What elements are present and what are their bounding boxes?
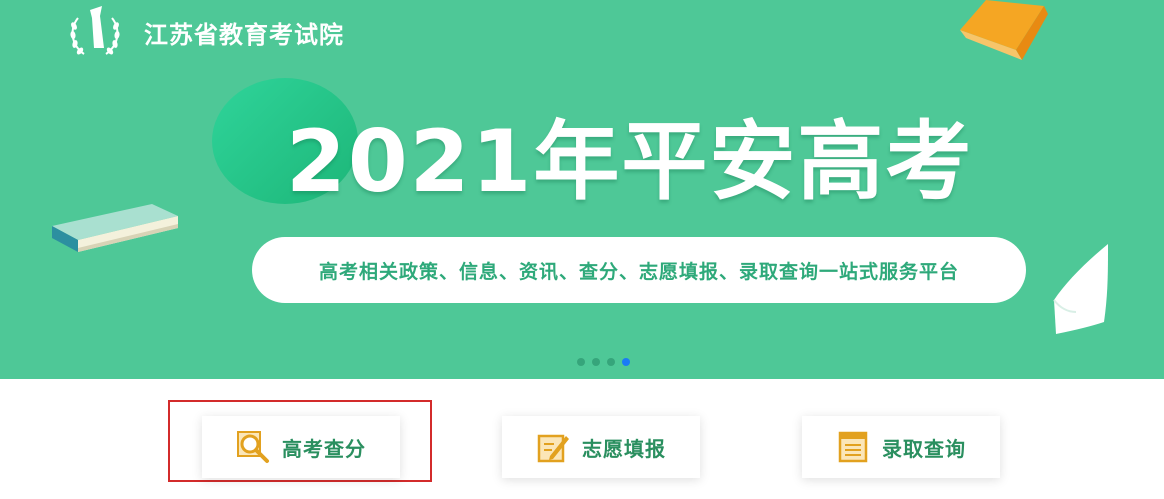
cube-illustration	[960, 0, 1048, 60]
carousel-dot-2[interactable]	[592, 358, 600, 366]
score-query-label: 高考查分	[282, 436, 366, 461]
admission-query-button[interactable]: 录取查询	[802, 416, 1000, 478]
carousel-dot-4-active[interactable]	[622, 358, 630, 366]
score-query-button[interactable]: 高考查分	[202, 416, 400, 478]
banner-tagline: 高考相关政策、信息、资讯、查分、志愿填报、录取查询一站式服务平台	[318, 260, 959, 283]
banner-tagline-pill: 高考相关政策、信息、资讯、查分、志愿填报、录取查询一站式服务平台	[252, 237, 1026, 303]
volunteer-application-button[interactable]: 志愿填报	[502, 416, 700, 478]
paper-illustration	[1053, 244, 1108, 334]
hero-banner[interactable]: 江苏省教育考试院 2021年平安高考 高考相关政策、信息、资讯、查分、志愿填报、…	[0, 0, 1164, 379]
edit-form-icon	[537, 434, 569, 463]
banner-headline: 2021年平安高考	[286, 112, 974, 212]
carousel-dot-3[interactable]	[607, 358, 615, 366]
emblem-icon	[70, 6, 120, 55]
book-illustration	[52, 204, 178, 252]
site-logo[interactable]: 江苏省教育考试院	[64, 4, 344, 60]
org-name: 江苏省教育考试院	[144, 20, 344, 49]
search-score-icon	[237, 431, 269, 463]
volunteer-application-label: 志愿填报	[582, 436, 666, 461]
carousel-dot-1[interactable]	[577, 358, 585, 366]
admission-query-label: 录取查询	[882, 436, 966, 461]
carousel-indicators	[577, 358, 630, 366]
document-list-icon	[838, 431, 868, 463]
